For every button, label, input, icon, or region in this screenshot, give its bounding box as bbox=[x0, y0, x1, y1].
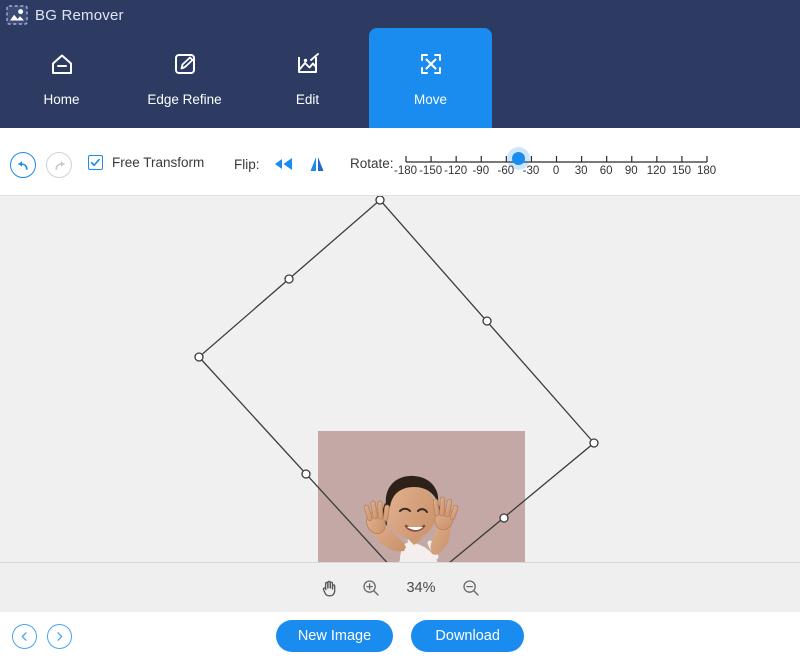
rotate-tick-180: 180 bbox=[696, 165, 717, 177]
rotate-tick-labels: -180 -150 -120 -90 -60 -30 0 30 60 90 120 150 180 bbox=[394, 165, 716, 181]
zoom-in-icon[interactable] bbox=[361, 578, 381, 598]
redo-button bbox=[46, 152, 72, 178]
rotate-tick--180: -180 bbox=[394, 165, 418, 177]
free-transform-toggle[interactable]: Free Transform bbox=[88, 155, 204, 170]
rotate-slider-track[interactable] bbox=[404, 150, 709, 166]
tab-edit-label: Edit bbox=[295, 92, 320, 107]
transform-handle-right[interactable] bbox=[589, 438, 599, 448]
new-image-button[interactable]: New Image bbox=[275, 620, 394, 652]
download-button[interactable]: Download bbox=[411, 620, 525, 652]
image-edit-icon bbox=[297, 53, 319, 73]
tab-move[interactable]: Move bbox=[369, 28, 492, 128]
transform-handle-top-left[interactable] bbox=[284, 274, 294, 284]
tab-edit[interactable]: Edit bbox=[246, 28, 369, 128]
bg-remover-app: BG Remover Home Edge Refine Edit Move Fr… bbox=[0, 0, 800, 657]
image-cloud-icon bbox=[6, 5, 28, 25]
rotate-tick--120: -120 bbox=[444, 165, 468, 177]
rotate-tick--60: -60 bbox=[497, 165, 515, 177]
home-icon bbox=[51, 54, 72, 74]
rotate-tick-60: 60 bbox=[599, 165, 613, 177]
flip-group: Flip: bbox=[234, 155, 328, 173]
zoom-out-icon[interactable] bbox=[461, 578, 481, 598]
tab-home[interactable]: Home bbox=[0, 28, 123, 128]
app-header: BG Remover Home Edge Refine Edit Move bbox=[0, 0, 800, 128]
editor-canvas[interactable] bbox=[0, 196, 800, 562]
brand: BG Remover bbox=[6, 3, 124, 27]
zoom-level-value: 34% bbox=[406, 579, 436, 596]
pen-square-icon bbox=[174, 54, 195, 74]
transform-selection-box[interactable] bbox=[0, 196, 800, 562]
transform-handle-bottom-left[interactable] bbox=[301, 469, 311, 479]
rotate-tick--90: -90 bbox=[472, 165, 490, 177]
primary-actions: New Image Download bbox=[0, 620, 800, 652]
history-buttons bbox=[10, 152, 72, 178]
free-transform-label: Free Transform bbox=[112, 155, 205, 170]
rotate-tick-0: 0 bbox=[552, 165, 560, 177]
tab-home-label: Home bbox=[43, 92, 80, 107]
main-tabs: Home Edge Refine Edit Move bbox=[0, 28, 492, 128]
transform-handle-bottom-right[interactable] bbox=[499, 513, 509, 523]
flip-label: Flip: bbox=[234, 156, 260, 172]
flip-horizontal-icon[interactable] bbox=[273, 155, 295, 173]
rotate-slider[interactable]: -180 -150 -120 -90 -60 -30 0 30 60 90 120 150 180 bbox=[394, 150, 716, 186]
transform-handle-left[interactable] bbox=[194, 352, 204, 362]
free-transform-checkbox[interactable] bbox=[88, 155, 103, 170]
rotate-tick--30: -30 bbox=[522, 165, 540, 177]
transform-handle-top-right[interactable] bbox=[482, 316, 492, 326]
flip-vertical-icon[interactable] bbox=[306, 155, 328, 173]
zoom-bar: 34% bbox=[0, 562, 800, 612]
rotate-label: Rotate: bbox=[350, 156, 394, 171]
rotate-tick-120: 120 bbox=[646, 165, 666, 177]
rotate-tick--150: -150 bbox=[419, 165, 443, 177]
rotate-tick-150: 150 bbox=[671, 165, 692, 177]
redo-arrow-icon bbox=[54, 160, 65, 170]
rotate-slider-thumb[interactable] bbox=[511, 152, 525, 165]
undo-arrow-icon bbox=[17, 160, 28, 170]
hand-tool-icon[interactable] bbox=[319, 578, 339, 598]
rotate-tick-30: 30 bbox=[574, 165, 588, 177]
transform-handle-top[interactable] bbox=[375, 196, 385, 205]
move-arrows-icon bbox=[420, 54, 441, 74]
tab-edge-refine-label: Edge Refine bbox=[147, 92, 222, 107]
rotate-tick-90: 90 bbox=[624, 165, 638, 177]
checkmark-icon bbox=[90, 158, 100, 167]
undo-button[interactable] bbox=[10, 152, 36, 178]
tab-edge-refine[interactable]: Edge Refine bbox=[123, 28, 246, 128]
app-title: BG Remover bbox=[35, 6, 124, 24]
transform-box-outline[interactable] bbox=[198, 199, 595, 562]
rotate-group: Rotate: -180 -150 -120 -90 -60 -30 0 30 60 90 120 1… bbox=[350, 150, 716, 186]
tab-move-label: Move bbox=[413, 92, 447, 107]
